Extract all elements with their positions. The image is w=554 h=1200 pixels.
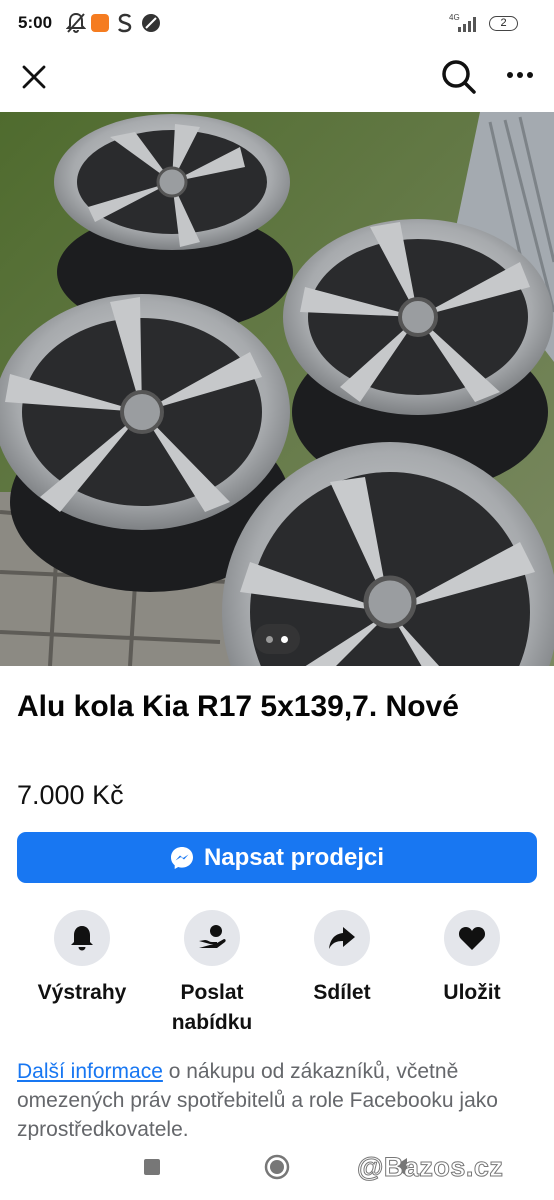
- temu-app-icon: [91, 14, 109, 32]
- close-icon[interactable]: [22, 65, 46, 89]
- messenger-icon: [170, 846, 193, 869]
- bell-off-icon: [66, 12, 86, 33]
- slash-circle-icon: [142, 14, 160, 32]
- message-seller-label: Napsat prodejci: [203, 843, 385, 871]
- listing-photo[interactable]: [0, 112, 554, 666]
- share-label: Sdílet: [313, 981, 371, 1004]
- recents-icon[interactable]: [144, 1159, 160, 1175]
- more-info-link[interactable]: Další informace: [17, 1060, 163, 1083]
- wheels-image: [0, 112, 554, 666]
- alerts-circle[interactable]: [54, 910, 110, 966]
- listing-price: 7.000 Kč: [17, 780, 124, 810]
- alerts-label: Výstrahy: [37, 981, 127, 1004]
- send-offer-label: Poslat nabídku: [171, 981, 253, 1034]
- bell-icon: [71, 926, 93, 951]
- search-icon[interactable]: [441, 59, 477, 95]
- heart-icon: [458, 927, 486, 950]
- save-label: Uložit: [443, 981, 501, 1004]
- info-text: Další informace o nákupu od zákazníků, v…: [17, 1057, 542, 1141]
- action-send-offer[interactable]: Poslat nabídku: [147, 910, 277, 1038]
- photo-pager: [254, 624, 300, 654]
- listing-title: Alu kola Kia R17 5x139,7. Nové: [17, 690, 459, 723]
- share-icon: [329, 927, 355, 949]
- status-bar: 5:00 4G 2: [0, 0, 554, 48]
- save-circle[interactable]: [444, 910, 500, 966]
- action-alerts[interactable]: Výstrahy: [17, 910, 147, 1008]
- pager-dot-1: [266, 636, 273, 643]
- pager-dot-2: [281, 636, 288, 643]
- signal-icon: [458, 17, 476, 32]
- bazos-watermark: @Bazos.cz: [356, 1152, 504, 1183]
- s-app-icon: [117, 13, 132, 33]
- status-time: 5:00: [18, 13, 53, 32]
- battery-icon: 2: [489, 16, 518, 31]
- offer-icon: [199, 925, 226, 948]
- share-circle[interactable]: [314, 910, 370, 966]
- home-icon[interactable]: [264, 1154, 290, 1180]
- send-offer-circle[interactable]: [184, 910, 240, 966]
- message-seller-button[interactable]: Napsat prodejci: [17, 832, 537, 883]
- action-share[interactable]: Sdílet: [277, 910, 407, 1008]
- action-save[interactable]: Uložit: [407, 910, 537, 1008]
- top-bar: [0, 48, 554, 112]
- more-icon[interactable]: [506, 71, 534, 79]
